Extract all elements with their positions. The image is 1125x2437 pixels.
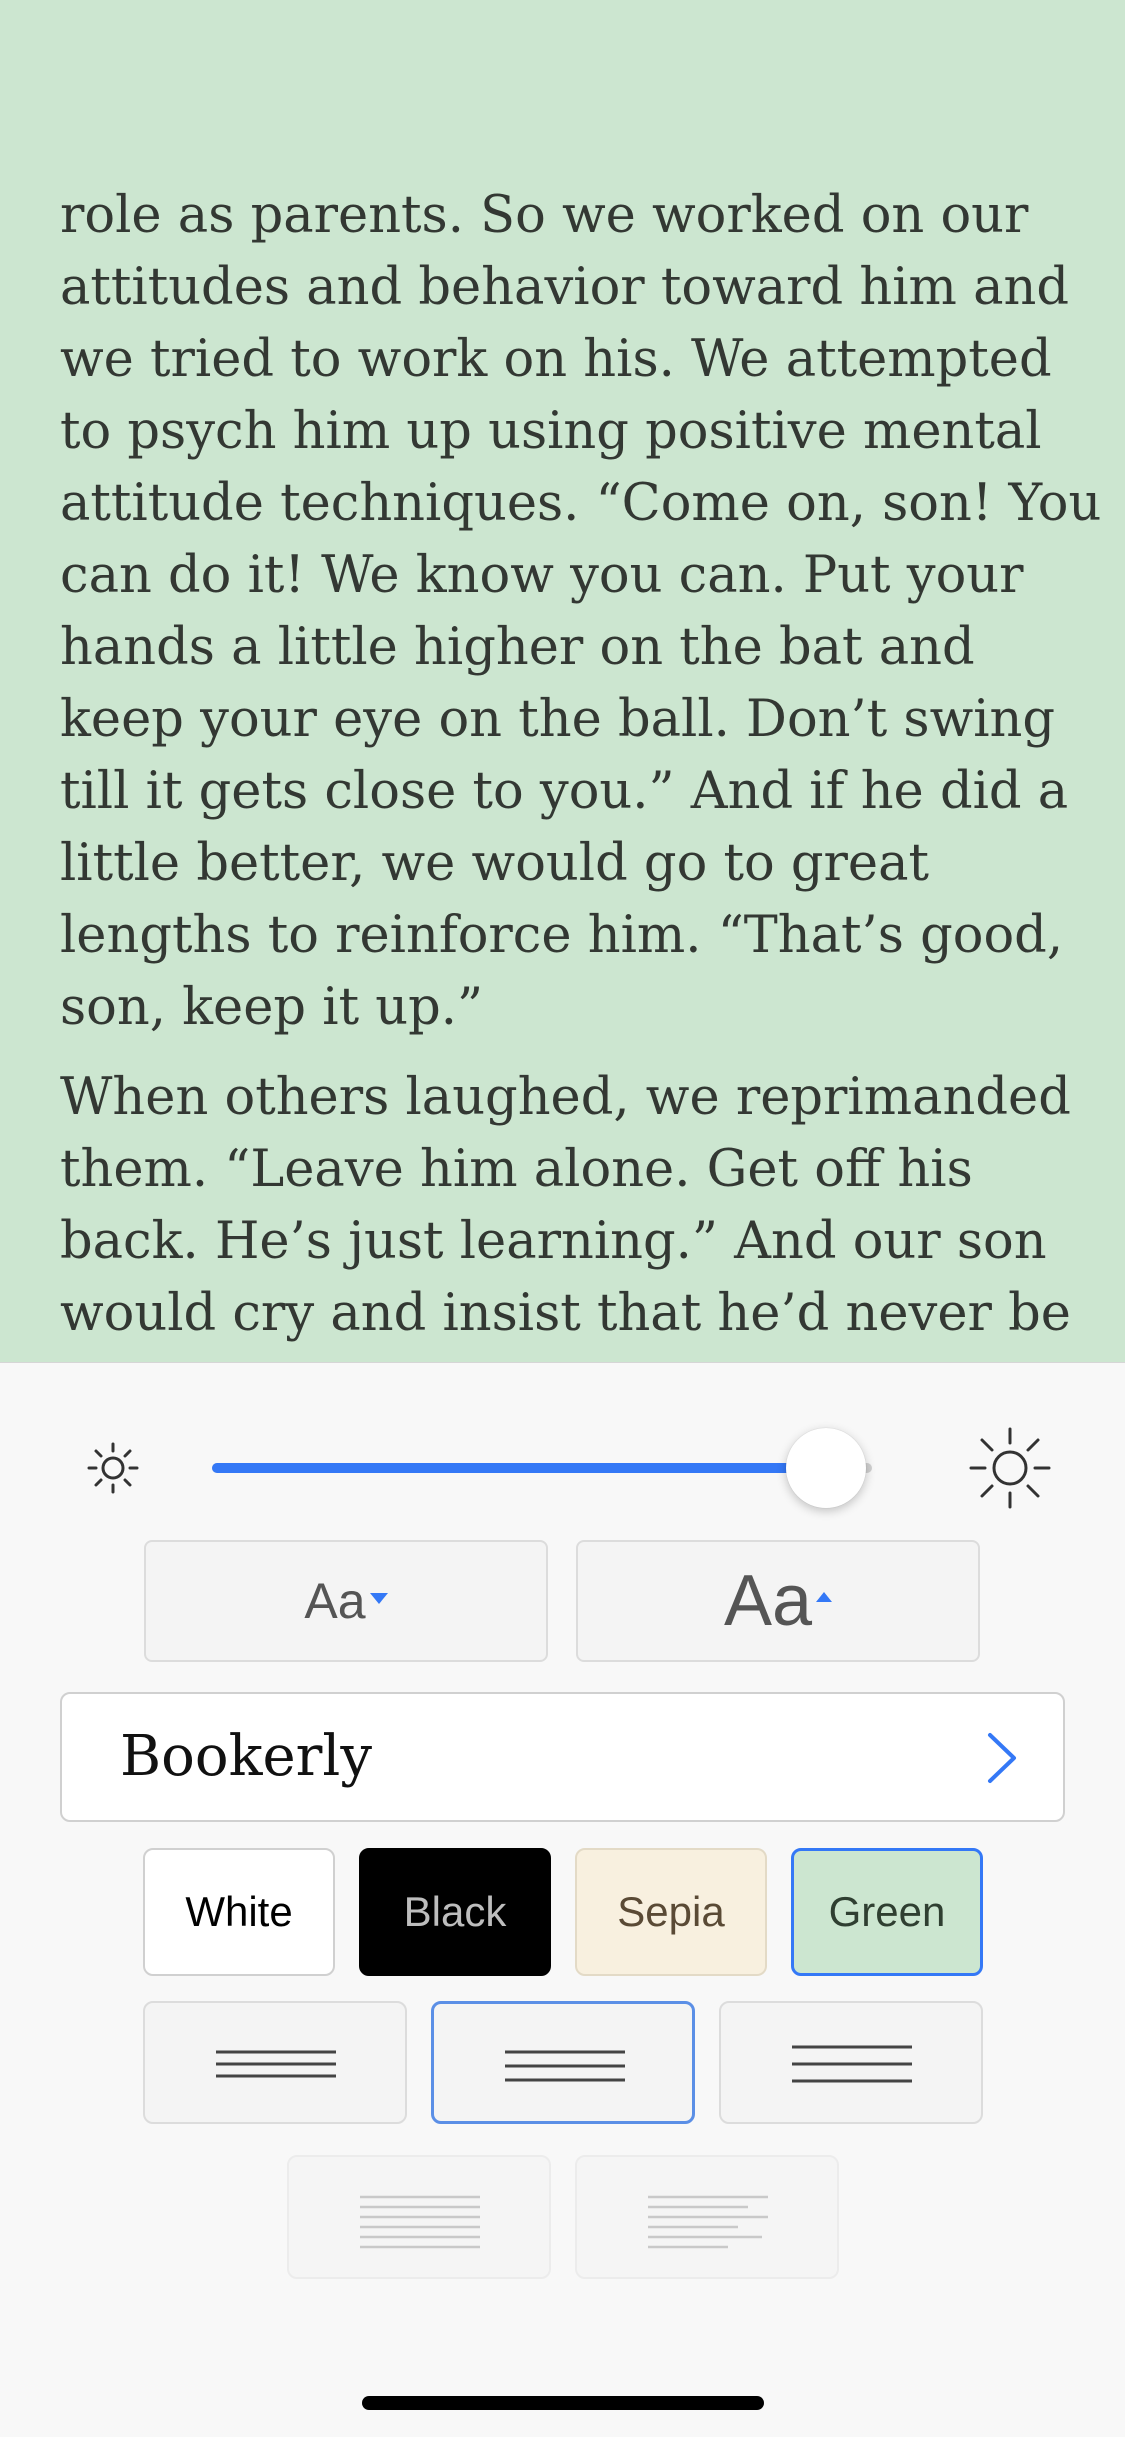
narrow-margins-button[interactable]	[143, 2001, 407, 2124]
text-line: can do it! We know you can. Put your	[60, 546, 1024, 605]
text-line: back. He’s just learning.” And our son	[60, 1212, 1047, 1271]
theme-green-button[interactable]: Green	[791, 1848, 983, 1976]
text-line: keep your eye on the ball. Don’t swing	[60, 690, 1056, 749]
theme-label: Green	[828, 1888, 946, 1935]
left-align-icon	[648, 2195, 768, 2249]
font-family-selector[interactable]: Bookerly	[60, 1692, 1065, 1822]
sun-large-icon	[969, 1427, 1051, 1509]
left-align-button[interactable]	[575, 2155, 839, 2279]
home-indicator[interactable]	[362, 2396, 764, 2410]
book-text: role as parents. So we worked on our att…	[60, 180, 1102, 1362]
text-line: attitudes and behavior toward him and	[60, 258, 1069, 317]
paragraph: When others laughed, we reprimanded them…	[60, 1062, 1090, 1350]
theme-label: White	[185, 1888, 293, 1935]
justify-align-button[interactable]	[287, 2155, 551, 2279]
brightness-slider-fill	[212, 1463, 826, 1473]
narrow-margins-icon	[216, 2050, 336, 2078]
text-line: lengths to reinforce him. “That’s good,	[60, 906, 1064, 965]
theme-white-button[interactable]: White	[143, 1848, 335, 1976]
text-line: role as parents. So we worked on our	[60, 186, 1029, 245]
wide-margins-icon	[792, 2045, 912, 2083]
text-line: attitude techniques. “Come on, son! You	[60, 474, 1102, 533]
theme-label: Black	[403, 1888, 507, 1935]
increase-font-size-label: Aa	[723, 1561, 813, 1641]
text-line: hands a little higher on the bat and	[60, 618, 975, 677]
chevron-right-icon	[988, 1733, 1016, 1783]
reading-pane[interactable]: role as parents. So we worked on our att…	[0, 0, 1125, 1362]
medium-margins-button[interactable]	[431, 2001, 695, 2124]
caret-down-icon	[369, 1592, 388, 1604]
text-line: When others laughed, we reprimanded	[60, 1068, 1071, 1127]
caret-up-icon	[816, 1592, 833, 1602]
wide-margins-button[interactable]	[719, 2001, 983, 2124]
theme-black-button[interactable]: Black	[359, 1848, 551, 1976]
decrease-font-size-button[interactable]: Aa	[144, 1540, 548, 1662]
brightness-slider-thumb[interactable]	[785, 1428, 866, 1508]
text-line: we tried to work on his. We attempted	[60, 330, 1052, 389]
text-line: till it gets close to you.” And if he di…	[60, 762, 1069, 821]
medium-margins-icon	[505, 2050, 625, 2082]
theme-label: Sepia	[617, 1888, 725, 1935]
sun-small-icon	[87, 1442, 139, 1494]
justify-align-icon	[360, 2195, 480, 2249]
increase-font-size-button[interactable]: Aa	[576, 1540, 980, 1662]
paragraph: role as parents. So we worked on our att…	[60, 180, 1102, 1044]
brightness-slider[interactable]	[212, 1463, 872, 1473]
text-line: son, keep it up.”	[60, 978, 484, 1037]
text-line: them. “Leave him alone. Get off his	[60, 1140, 973, 1199]
theme-sepia-button[interactable]: Sepia	[575, 1848, 767, 1976]
text-line: to psych him up using positive mental	[60, 402, 1042, 461]
text-line: little better, we would go to great	[60, 834, 930, 893]
decrease-font-size-label: Aa	[304, 1573, 366, 1629]
font-family-name: Bookerly	[120, 1724, 372, 1789]
text-line: would cry and insist that he’d never be	[60, 1284, 1071, 1343]
